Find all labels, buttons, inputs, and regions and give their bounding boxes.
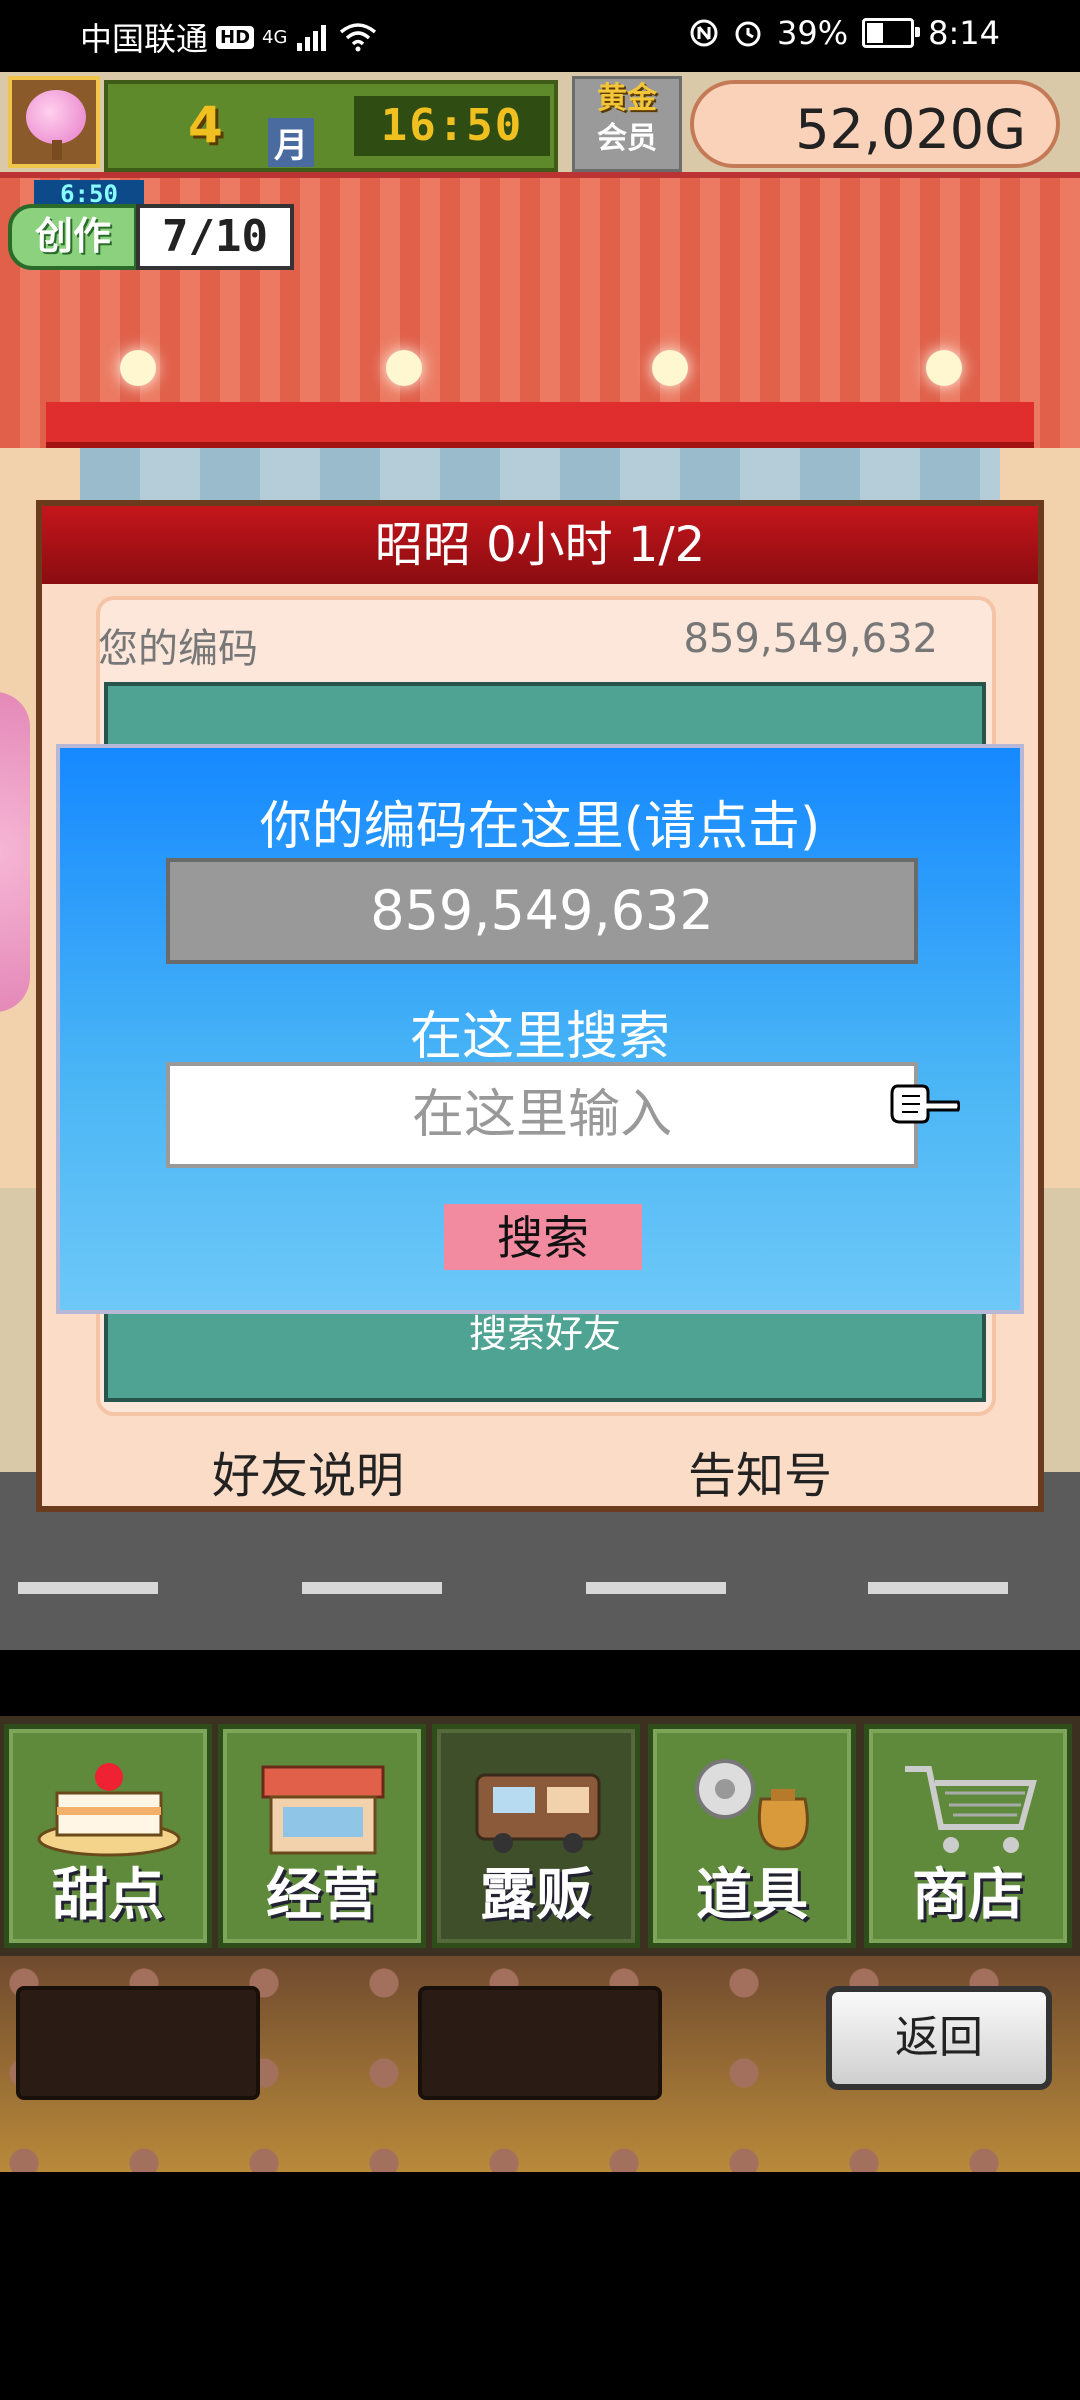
cake-icon	[37, 1763, 181, 1857]
lane-marking	[18, 1582, 158, 1594]
network-type: 4G	[262, 26, 288, 48]
footer-area: 返回	[0, 1956, 1080, 2172]
cart-icon	[905, 1766, 1037, 1853]
carrier-name: 中国联通	[80, 20, 209, 58]
friend-info-link[interactable]: 好友说明	[212, 1436, 404, 1506]
bottom-menu: 甜点 经营 露贩 道具 商店	[0, 1716, 1080, 1956]
menu-stall-label: 露贩	[480, 1863, 592, 1928]
wifi-icon	[340, 23, 377, 52]
money-display: 52,020G	[690, 80, 1060, 168]
month-number: 4	[188, 96, 223, 154]
battery-percent: 39%	[777, 14, 849, 52]
month-label: 月	[268, 118, 314, 167]
menu-items-label: 道具	[696, 1863, 808, 1928]
roof-lamp	[386, 350, 422, 386]
back-button[interactable]: 返回	[826, 1986, 1052, 2090]
menu-items[interactable]: 道具	[648, 1724, 856, 1948]
game-clock: 16:50	[354, 96, 550, 156]
nfc-icon	[690, 19, 718, 47]
menu-stall[interactable]: 露贩	[432, 1724, 640, 1948]
code-search-input[interactable]: 在这里输入	[166, 1062, 918, 1168]
calendar-panel: 4 月 16:50	[104, 80, 558, 172]
code-search-dialog: 你的编码在这里(请点击) 859,549,632 在这里搜索 在这里输入 搜索	[56, 744, 1024, 1314]
cherry-tree-icon	[26, 90, 86, 144]
hand-pointer-icon	[890, 1084, 960, 1124]
menu-store[interactable]: 商店	[864, 1724, 1072, 1948]
menu-manage-label: 经营	[266, 1863, 378, 1928]
shop-avatar[interactable]	[8, 76, 100, 168]
clock: 8:14	[928, 14, 1000, 52]
lane-marking	[586, 1582, 726, 1594]
my-code-field[interactable]: 859,549,632	[166, 858, 918, 964]
hd-badge: HD	[216, 25, 255, 49]
status-right: 39% 8:14	[689, 14, 1000, 52]
menu-store-label: 商店	[912, 1863, 1024, 1928]
dialog-title[interactable]: 你的编码在这里(请点击)	[60, 784, 1020, 859]
roof-lamp	[120, 350, 156, 386]
create-count: 7/10	[136, 204, 294, 270]
items-bag-icon	[695, 1759, 809, 1851]
menu-dessert-label: 甜点	[52, 1863, 164, 1928]
shop-awning	[46, 402, 1034, 448]
search-title: 在这里搜索	[409, 1007, 670, 1067]
notify-link[interactable]: 告知号	[688, 1436, 832, 1506]
cherry-tree	[0, 692, 30, 1012]
battery-icon	[862, 18, 921, 48]
create-badge[interactable]: 6:50 创作 7/10	[8, 180, 294, 276]
food-truck-icon	[475, 1773, 601, 1853]
your-code-value: 859,549,632	[683, 616, 938, 662]
roof-lamp	[652, 350, 688, 386]
status-bar: 中国联通 HD 4G 39% 8:14	[0, 0, 1080, 72]
friend-panel-header: 昭昭 0小时 1/2	[42, 506, 1038, 584]
create-label: 创作	[8, 204, 138, 270]
money-amount: 52,020G	[795, 98, 1026, 161]
alarm-icon	[735, 21, 761, 47]
menu-manage[interactable]: 经营	[218, 1724, 426, 1948]
menu-dessert[interactable]: 甜点	[4, 1724, 212, 1948]
your-code-label: 您的编码	[98, 626, 258, 672]
lane-marking	[302, 1582, 442, 1594]
empty-slot	[418, 1986, 662, 2100]
status-left: 中国联通 HD 4G	[80, 14, 377, 60]
gold-member-badge[interactable]: 黄金 会员	[572, 76, 682, 172]
shop-icon	[261, 1765, 385, 1855]
search-button[interactable]: 搜索	[444, 1204, 642, 1270]
signal-icon	[297, 25, 327, 51]
roof-lamp	[926, 350, 962, 386]
empty-slot	[16, 1986, 260, 2100]
lane-marking	[868, 1582, 1008, 1594]
